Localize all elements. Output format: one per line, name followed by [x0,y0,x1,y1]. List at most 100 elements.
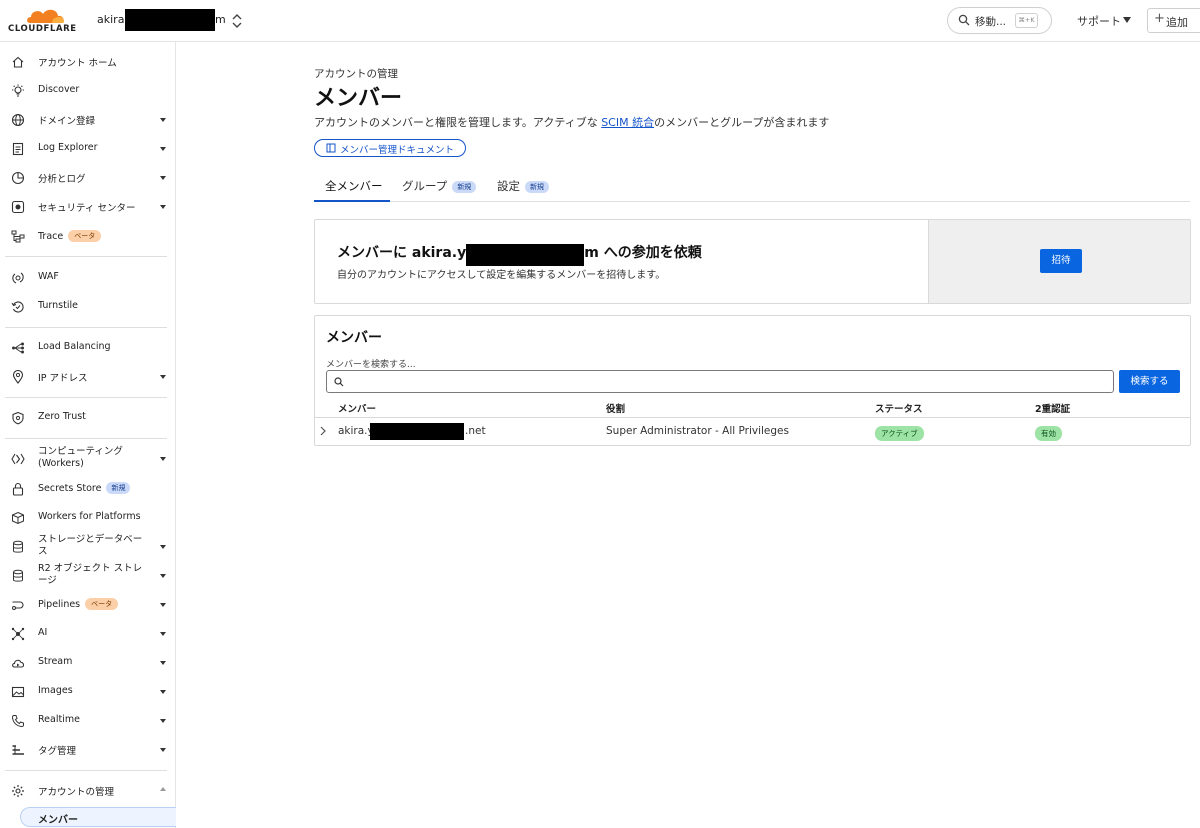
column-header-member[interactable]: メンバー [338,401,376,415]
sidebar-item-log-explorer[interactable]: Log Explorer [0,136,176,162]
sidebar-item-images[interactable]: Images [0,679,176,705]
add-button[interactable]: + 追加 [1147,8,1200,33]
cloudflare-logo[interactable]: CLOUDFLARE [8,6,84,36]
description-text: のメンバーとグループが含まれます [654,116,830,129]
sidebar-item-label: Load Balancing [38,341,111,352]
sidebar-item-r2-object-storage[interactable]: R2 オブジェクト ストレージ [0,563,176,589]
sidebar-item-ai[interactable]: AI [0,621,176,647]
sidebar-item-realtime[interactable]: Realtime [0,708,176,734]
sidebar-subitem-members[interactable]: メンバー [20,807,176,827]
turnstile-icon [11,301,24,313]
sidebar-item-compute-workers[interactable]: コンピューティング (Workers) [0,446,176,472]
tab-all-members[interactable]: 全メンバー [325,178,383,194]
sidebar-item-storage-databases[interactable]: ストレージとデータベース [0,534,176,560]
member-email-suffix: .net [465,425,486,437]
column-header-status[interactable]: ステータス [875,401,923,415]
table-header-divider [315,417,1190,418]
scim-integration-link[interactable]: SCIM 統合 [601,116,654,129]
active-tab-indicator [314,200,390,202]
sidebar-item-domain-registration[interactable]: ドメイン登録 [0,107,176,133]
sidebar-item-account-management[interactable]: アカウントの管理 [0,778,176,804]
sidebar-item-label: Images [38,685,73,696]
tab-settings[interactable]: 設定 新規 [497,178,549,194]
redacted-block [466,244,585,266]
account-name-suffix[interactable]: m [215,13,226,26]
redacted-block [125,9,215,31]
beta-badge: ベータ [85,598,119,610]
image-icon [11,686,25,698]
description-text: アカウントのメンバーと権限を管理します。アクティブな [314,116,602,129]
caret-down-icon[interactable] [160,118,166,122]
invite-button[interactable]: 招待 [1040,249,1082,273]
search-button[interactable]: 検索する [1119,370,1180,393]
goto-search-button[interactable]: 移動... ⌘+K [947,7,1052,34]
sidebar-item-label: Discover [38,84,80,95]
sidebar-item-discover[interactable]: Discover [0,78,176,104]
sidebar: アカウント ホーム Discover ドメイン登録 Log Explorer 分… [0,42,176,828]
caret-up-icon[interactable] [160,787,166,791]
sidebar-item-analytics-logs[interactable]: 分析とログ [0,165,176,191]
sidebar-item-label-text: Trace [38,231,64,242]
sidebar-item-label: IP アドレス [38,373,88,384]
sidebar-item-account-home[interactable]: アカウント ホーム [0,49,176,75]
goto-label: 移動... [975,16,1007,28]
sidebar-item-waf[interactable]: WAF [0,265,176,291]
member-docs-label: メンバー管理ドキュメント [340,145,455,156]
column-header-2fa[interactable]: 2重認証 [1035,401,1070,415]
search-icon [334,377,344,387]
caret-down-icon[interactable] [160,748,166,752]
sidebar-item-zero-trust[interactable]: Zero Trust [0,405,176,431]
account-switcher-chevron-icon[interactable] [231,12,243,30]
member-search-input[interactable] [326,370,1114,393]
caret-down-icon[interactable] [160,661,166,665]
caret-down-icon[interactable] [160,375,166,379]
sidebar-item-load-balancing[interactable]: Load Balancing [0,335,176,361]
search-label: メンバーを検索する... [326,360,416,370]
caret-down-icon[interactable] [160,719,166,723]
sidebar-item-trace[interactable]: Trace ベータ [0,224,176,250]
support-menu[interactable]: サポート [1077,13,1121,29]
column-header-role[interactable]: 役割 [606,401,625,415]
caret-down-icon[interactable] [160,603,166,607]
sidebar-item-pipelines[interactable]: Pipelines ベータ [0,592,176,618]
caret-down-icon[interactable] [160,205,166,209]
caret-down-icon[interactable] [160,632,166,636]
sidebar-item-workers-for-platforms[interactable]: Workers for Platforms [0,505,176,531]
globe-icon [11,113,25,127]
sidebar-item-label: タグ管理 [38,746,77,757]
cloud-logo-icon [27,9,65,23]
sidebar-item-ip-address[interactable]: IP アドレス [0,364,176,390]
trace-icon [11,230,25,243]
breadcrumb[interactable]: アカウントの管理 [314,66,398,81]
search-icon [958,14,970,26]
caret-down-icon[interactable] [160,147,166,151]
chevron-right-icon[interactable] [319,425,327,437]
tab-groups[interactable]: グループ 新規 [402,178,477,194]
new-badge: 新規 [452,181,477,193]
status-badge: アクティブ [875,426,924,441]
sidebar-item-turnstile[interactable]: Turnstile [0,294,176,320]
new-badge: 新規 [106,482,131,494]
lock-icon [12,482,24,496]
sidebar-item-tag-management[interactable]: タグ管理 [0,737,176,763]
invite-action-panel: 招待 [928,220,1190,303]
tab-label: 設定 [497,179,520,193]
zero-trust-icon [12,411,24,425]
r2-storage-icon [13,569,23,582]
caret-down-icon[interactable] [160,574,166,578]
sidebar-divider [5,327,167,328]
caret-down-icon[interactable] [1123,17,1131,23]
caret-down-icon[interactable] [160,545,166,549]
caret-down-icon[interactable] [160,176,166,180]
page-description: アカウントのメンバーと権限を管理します。アクティブな SCIM 統合のメンバーと… [314,114,829,130]
sidebar-item-security-center[interactable]: セキュリティ センター [0,194,176,220]
member-docs-button[interactable]: メンバー管理ドキュメント [314,139,466,157]
caret-down-icon[interactable] [160,457,166,461]
sidebar-item-stream[interactable]: Stream [0,650,176,676]
caret-down-icon[interactable] [160,690,166,694]
sidebar-item-label: Log Explorer [38,142,98,153]
plus-icon: + [1154,11,1165,26]
ai-icon [11,627,25,641]
cube-icon [12,511,24,525]
sidebar-item-secrets-store[interactable]: Secrets Store 新規 [0,476,176,502]
